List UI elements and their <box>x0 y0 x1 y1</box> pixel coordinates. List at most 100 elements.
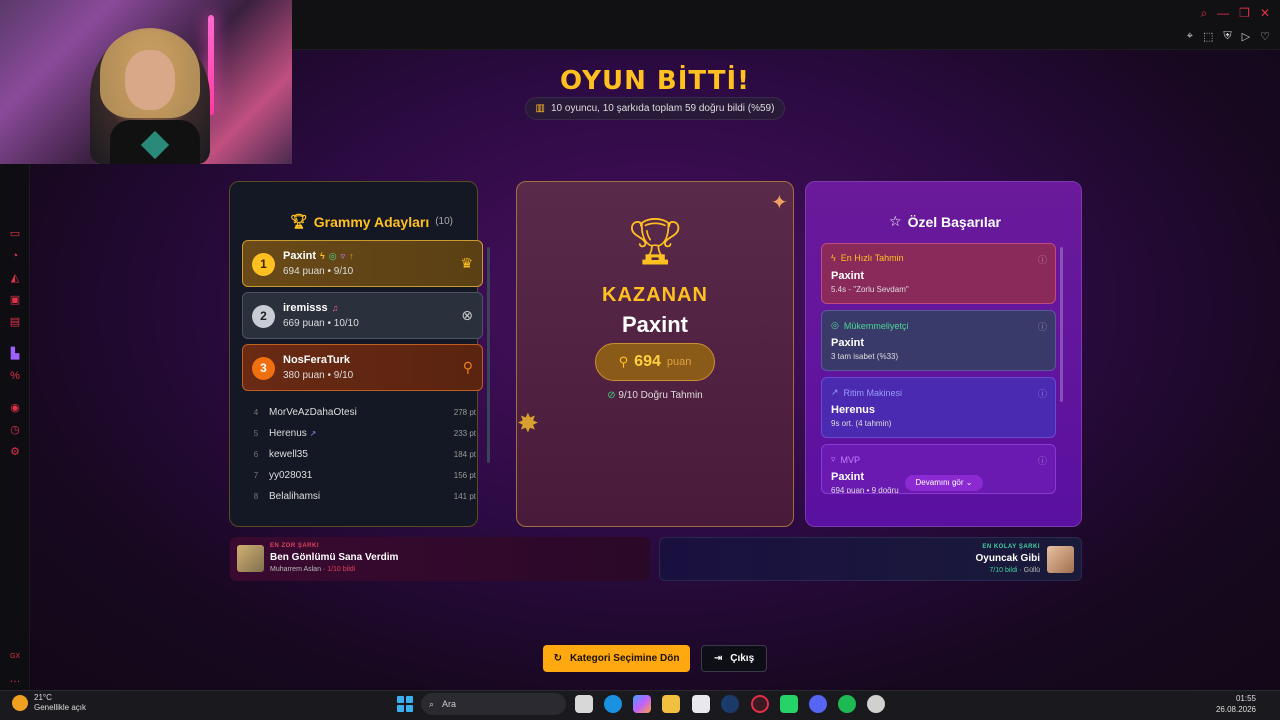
spotify-icon[interactable] <box>838 695 856 713</box>
achievement-card[interactable]: ϟ En Hızlı Tahmin Paxint 5.4s - "Zorlu Se… <box>821 243 1056 304</box>
leaderboard-first[interactable]: 1 Paxint ϟ ◎ ▿ ↑ 694 puan • 9/10 ♛ <box>242 240 483 287</box>
pin-icon[interactable]: ⌖ <box>1187 30 1193 43</box>
player-score: 380 puan • 9/10 <box>283 370 354 381</box>
taskbar-search[interactable]: ⌕ Ara <box>421 693 566 715</box>
star-icon: ☆ <box>889 213 902 229</box>
weather-widget[interactable]: 21°C Genellikle açık <box>12 693 86 713</box>
search-icon[interactable]: ⌕ <box>1200 6 1207 21</box>
medal-icon: ⊗ <box>461 307 473 323</box>
play-icon[interactable]: ▷ <box>1242 30 1250 43</box>
copilot-icon[interactable] <box>633 695 651 713</box>
leaderboard-scrollbar[interactable] <box>487 247 490 463</box>
rank-badge: 1 <box>252 253 275 276</box>
close-icon[interactable]: ✕ <box>1260 6 1270 21</box>
info-icon[interactable]: ⓘ <box>1038 454 1047 467</box>
lightning-icon: ϟ <box>320 251 325 261</box>
twitch-icon[interactable]: ▙ <box>8 347 22 361</box>
rank-badge: 2 <box>252 305 275 328</box>
weather-icon <box>12 695 28 711</box>
tv-icon[interactable]: ▣ <box>8 293 22 307</box>
refresh-icon: ↻ <box>553 653 562 664</box>
leaderboard-title: 🏆︎ Grammy Adayları (10) <box>290 213 454 230</box>
windows-start-icon[interactable] <box>397 696 413 712</box>
steam-icon[interactable] <box>721 695 739 713</box>
exit-button[interactable]: ⇥ Çıkış <box>701 645 767 672</box>
file-explorer-icon[interactable] <box>662 695 680 713</box>
leaderboard-third[interactable]: 3 NosFeraTurk 380 puan • 9/10 ⚲ <box>242 344 483 391</box>
summary-text: 10 oyuncu, 10 şarkıda toplam 59 doğru bi… <box>550 103 775 114</box>
info-icon[interactable]: ⓘ <box>1038 253 1047 266</box>
show-more-button[interactable]: Devamını gör ⌄ <box>905 475 983 491</box>
heart-icon[interactable]: ♡ <box>1260 30 1270 43</box>
trophy-icon: 🏆︎ <box>290 213 308 229</box>
crown-icon: ♛ <box>460 255 473 271</box>
system-clock[interactable]: 01:55 26.08.2026 <box>1216 693 1256 715</box>
player-score: 669 puan • 10/10 <box>283 318 359 329</box>
player-name: iremisss <box>283 302 328 314</box>
easiest-song-card: EN KOLAY ŞARKI Oyuncak Gibi 7/10 bildi ·… <box>659 537 1082 581</box>
window-controls: ⌕ — ❐ ✕ <box>1200 6 1270 21</box>
mvp-icon: ▿ <box>831 454 836 464</box>
list-item[interactable]: 8 Belalihamsi 141 pt <box>250 489 480 507</box>
logout-icon: ⇥ <box>713 653 723 664</box>
player-score: 694 puan • 9/10 <box>283 266 354 277</box>
list-item[interactable]: 4 MorVeAzDahaOtesi 278 pt <box>250 405 480 423</box>
store-icon[interactable] <box>692 695 710 713</box>
webcam-overlay <box>0 0 292 164</box>
achievement-card[interactable]: ↗ Ritim Makinesi Herenus 9s ort. (4 tahmi… <box>821 377 1056 438</box>
more-icon[interactable]: … <box>8 672 22 686</box>
list-item[interactable]: 6 kewell35 184 pt <box>250 447 480 465</box>
target-icon: ◎ <box>328 250 337 261</box>
achievement-card[interactable]: ◎ Mükemmeliyetçi Paxint 3 tam isabet (%33… <box>821 310 1056 371</box>
toolbar-icons: ⌖ ⬚ ⛨ ▷ ♡ <box>1187 30 1270 43</box>
winner-name: Paxint <box>621 312 689 337</box>
winner-correct: ⊘ 9/10 Doğru Tahmin <box>607 390 703 401</box>
trend-icon: ↗ <box>309 429 317 438</box>
edge-icon[interactable] <box>604 695 622 713</box>
player-name: Paxint <box>283 250 317 262</box>
medal-icon: ⚲ <box>618 354 629 369</box>
winner-label: KAZANAN <box>602 284 708 306</box>
list-item[interactable]: 5 Herenus ↗ 233 pt <box>250 426 480 444</box>
album-cover <box>237 545 264 572</box>
discord-icon[interactable] <box>809 695 827 713</box>
settings-icon[interactable] <box>867 695 885 713</box>
chart-icon: ▥ <box>535 103 545 114</box>
sparkle-icon: ✸ <box>517 408 539 438</box>
leaderboard-second[interactable]: 2 iremisss ♫ 669 puan • 10/10 ⊗ <box>242 292 483 339</box>
gx-label[interactable]: GX <box>8 650 22 664</box>
bag-icon[interactable]: ◭ <box>8 271 22 285</box>
game-summary: ▥ 10 oyuncu, 10 şarkıda toplam 59 doğru … <box>525 97 785 120</box>
minimize-icon[interactable]: — <box>1217 6 1229 21</box>
achievements-scrollbar[interactable] <box>1060 247 1063 402</box>
achievements-title: ☆ Özel Başarılar <box>889 213 1001 230</box>
opera-gx-icon[interactable] <box>751 695 769 713</box>
settings-icon[interactable]: ⚙ <box>8 445 22 459</box>
task-view-icon[interactable] <box>575 695 593 713</box>
maximize-icon[interactable]: ❐ <box>1239 6 1250 21</box>
gamepad-icon[interactable]: ▭ <box>8 227 22 241</box>
percent-icon[interactable]: % <box>8 369 22 383</box>
player-name: NosFeraTurk <box>283 354 351 366</box>
player-icon[interactable]: ◉ <box>8 401 22 415</box>
category-select-button[interactable]: ↻ Kategori Seçimine Dön <box>543 645 690 672</box>
info-icon[interactable]: ⓘ <box>1038 387 1047 400</box>
search-icon: ⌕ <box>429 698 435 709</box>
award-icon: ⚲ <box>462 359 473 375</box>
speed-icon[interactable]: ◔ <box>8 249 22 263</box>
info-icon[interactable]: ⓘ <box>1038 320 1047 333</box>
check-circle-icon: ⊘ <box>607 390 616 401</box>
shield-icon[interactable]: ⛨ <box>1223 30 1231 43</box>
hardest-song-card: EN ZOR ŞARKI Ben Gönlümü Sana Verdim Muh… <box>230 537 650 581</box>
snapshot-icon[interactable]: ⬚ <box>1203 30 1213 43</box>
messenger-icon[interactable]: ▤ <box>8 315 22 329</box>
trend-icon: ↗ <box>831 387 839 397</box>
album-cover <box>1047 546 1074 573</box>
music-icon: ♫ <box>331 303 339 313</box>
whatsapp-icon[interactable] <box>780 695 798 713</box>
arrow-up-icon: ↑ <box>349 251 354 261</box>
winner-points: ⚲ 694 puan <box>595 343 715 381</box>
list-item[interactable]: 7 yy028031 156 pt <box>250 468 480 486</box>
history-icon[interactable]: ◷ <box>8 423 22 437</box>
target-icon: ◎ <box>831 320 839 330</box>
